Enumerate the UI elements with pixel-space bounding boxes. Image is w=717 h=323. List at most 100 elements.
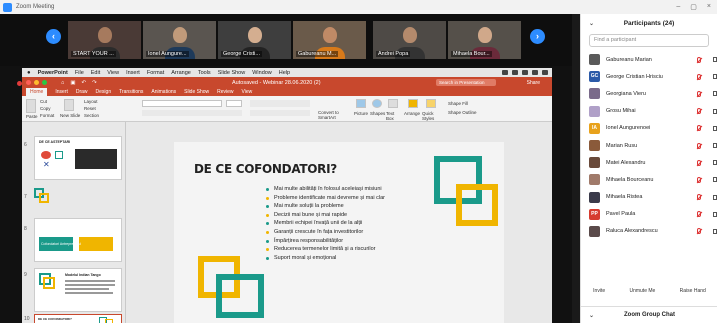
menu-item[interactable]: Window	[252, 70, 272, 76]
text-box-icon[interactable]	[388, 99, 398, 108]
apple-icon[interactable]: ●	[27, 70, 31, 76]
tab-draw[interactable]: Draw	[76, 89, 88, 95]
avatar	[589, 157, 600, 169]
participant-row[interactable]: Raluca Alexandrescu	[581, 223, 717, 240]
quick-styles-icon[interactable]	[426, 99, 436, 108]
menu-item[interactable]: View	[107, 70, 119, 76]
shape-outline-button[interactable]: Shape Outline	[448, 110, 477, 115]
font-size-select[interactable]	[226, 100, 242, 107]
paste-label[interactable]: Paste	[26, 114, 38, 119]
invite-button[interactable]: Invite	[590, 286, 608, 296]
save-icon[interactable]: ▣	[70, 80, 75, 86]
video-tile[interactable]: START YOUR ...	[68, 21, 141, 59]
redo-icon[interactable]: ↷	[92, 80, 97, 86]
participant-row[interactable]: Grosu Mihai	[581, 103, 717, 120]
arrange-label[interactable]: Arrange	[404, 111, 420, 116]
menu-item[interactable]: Tools	[198, 70, 211, 76]
participant-row[interactable]: Mihaela Ristea	[581, 189, 717, 206]
shapes-icon[interactable]	[372, 99, 382, 108]
home-icon[interactable]: ⌂	[61, 80, 64, 86]
tab-animations[interactable]: Animations	[151, 89, 176, 95]
participant-row[interactable]: Marian Rusu	[581, 137, 717, 154]
align-row[interactable]	[250, 110, 310, 116]
minimize-icon[interactable]	[34, 80, 39, 85]
menu-item[interactable]: PowerPoint	[38, 70, 68, 76]
participant-row[interactable]: Matei Alexandru	[581, 154, 717, 171]
reset-button[interactable]: Reset	[84, 106, 96, 111]
zoom-icon[interactable]	[42, 80, 47, 85]
shape-fill-button[interactable]: Shape Fill	[448, 101, 468, 106]
tab-design[interactable]: Design	[96, 89, 112, 95]
tab-review[interactable]: Review	[217, 89, 233, 95]
convert-smartart-button[interactable]: Convert to SmartArt	[318, 110, 342, 120]
next-page-button[interactable]: ›	[530, 29, 545, 44]
tab-slide-show[interactable]: Slide Show	[184, 89, 209, 95]
current-slide[interactable]: DE CE COFONDATORI? Mai multe abilități î…	[174, 142, 504, 323]
arrange-icon[interactable]	[408, 99, 418, 108]
copy-button[interactable]: Copy	[40, 106, 51, 111]
layout-button[interactable]: Layout	[84, 99, 98, 104]
group-chat-header[interactable]: ⌄ Zoom Group Chat	[581, 306, 717, 323]
search-input[interactable]: Search in Presentation	[436, 79, 496, 86]
font-format-row[interactable]	[142, 110, 242, 116]
chevron-down-icon[interactable]: ⌄	[589, 312, 594, 319]
raise-hand-button[interactable]: Raise Hand	[677, 286, 709, 296]
participant-row[interactable]: IA Ionel Aungurenoei	[581, 120, 717, 137]
chevron-down-icon[interactable]: ⌄	[589, 20, 594, 27]
slide-thumbnail[interactable]	[34, 188, 122, 208]
video-tile[interactable]: Ionel Aungure...	[143, 21, 216, 59]
new-slide-icon[interactable]	[64, 99, 74, 111]
menu-item[interactable]: Insert	[126, 70, 140, 76]
menu-item[interactable]: Edit	[91, 70, 100, 76]
picture-label[interactable]: Picture	[354, 111, 368, 116]
slide-thumbnail[interactable]: DE CE ASTEPTARI ✕	[34, 136, 122, 180]
video-off-icon	[713, 211, 717, 217]
video-off-icon	[713, 74, 717, 80]
section-button[interactable]: Section	[84, 113, 99, 118]
quick-styles-label[interactable]: Quick Styles	[422, 111, 438, 121]
participant-name: Andrei Popa	[376, 51, 411, 57]
paragraph-row[interactable]	[250, 100, 310, 107]
slide-thumbnail[interactable]: Cofondatori Antreprenorul	[34, 218, 122, 262]
font-select[interactable]	[142, 100, 222, 107]
close-icon[interactable]: ×	[707, 3, 711, 11]
video-tile[interactable]: Gabureanu M...	[293, 21, 366, 59]
participant-name: START YOUR ...	[71, 51, 116, 57]
close-icon[interactable]	[26, 80, 31, 85]
participant-row[interactable]: Georgiana Vieru	[581, 85, 717, 102]
undo-icon[interactable]: ↶	[82, 80, 87, 86]
menu-item[interactable]: Help	[279, 70, 290, 76]
menu-item[interactable]: File	[75, 70, 84, 76]
participant-row[interactable]: Mihaela Bourceanu	[581, 171, 717, 188]
share-button[interactable]: Share	[527, 80, 540, 86]
cut-button[interactable]: Cut	[40, 99, 47, 104]
menu-item[interactable]: Arrange	[171, 70, 191, 76]
avatar	[589, 225, 600, 237]
prev-page-button[interactable]: ‹	[46, 29, 61, 44]
new-slide-label[interactable]: New Slide	[60, 113, 80, 118]
minimize-icon[interactable]: –	[676, 3, 680, 11]
tab-view[interactable]: View	[242, 89, 253, 95]
tab-home[interactable]: Home	[26, 88, 48, 96]
participant-row[interactable]: GC George Cristian Hrisciu	[581, 68, 717, 85]
menu-item[interactable]: Slide Show	[218, 70, 246, 76]
video-tile[interactable]: George Cristi...	[218, 21, 291, 59]
slide-thumbnail[interactable]: Modelul Indian Tango	[34, 268, 122, 312]
participant-row[interactable]: PP Pavel Paula	[581, 206, 717, 223]
tab-insert[interactable]: Insert	[55, 89, 68, 95]
format-painter-button[interactable]: Format	[40, 113, 54, 118]
tab-transitions[interactable]: Transitions	[119, 89, 143, 95]
unmute-me-button[interactable]: Unmute Me	[626, 286, 658, 296]
participant-search-input[interactable]: Find a participant	[589, 34, 709, 47]
paste-icon[interactable]	[26, 99, 36, 113]
video-tile[interactable]: Mihaela Bour...	[448, 21, 521, 59]
document-title: Autosaved - Webinar 28.06.2020 (2)	[232, 79, 321, 86]
maximize-icon[interactable]: ▢	[690, 3, 697, 11]
video-tile[interactable]: Andrei Popa	[373, 21, 446, 59]
slide-thumbnail-selected[interactable]: DE CE COFONDATORI?	[34, 314, 122, 323]
participant-row[interactable]: Gabureanu Marian	[581, 51, 717, 68]
text-box-label[interactable]: Text Box	[386, 111, 400, 121]
shapes-label[interactable]: Shapes	[370, 111, 385, 116]
menu-item[interactable]: Format	[147, 70, 164, 76]
picture-icon[interactable]	[356, 99, 366, 108]
